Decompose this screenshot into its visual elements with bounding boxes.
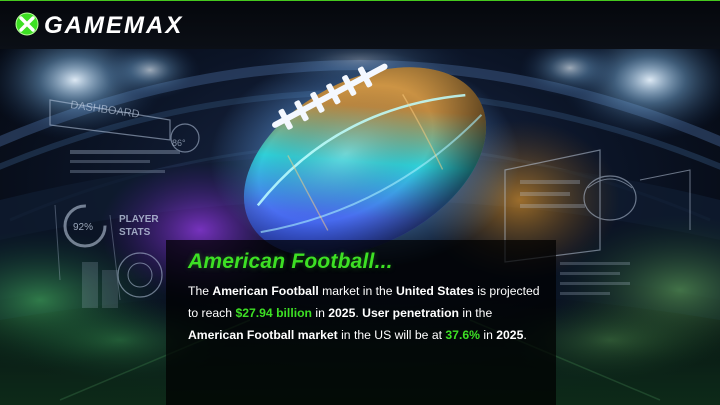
market-value-highlight: $27.94 billion	[235, 305, 312, 320]
body-bold-american-football: American Football	[212, 284, 319, 298]
body-bold-year: 2025	[496, 327, 524, 342]
penetration-rate-highlight: 37.6%	[445, 327, 480, 342]
body-text-segment: in	[311, 305, 329, 320]
gamemax-logo[interactable]: GAMEMAX	[12, 9, 272, 39]
body-text-segment: market in the	[318, 284, 396, 298]
logo-wordmark: GAMEMAX	[44, 12, 183, 39]
hud-player-stats-line1: PLAYER	[119, 214, 159, 225]
article-body: The American Football market in the Unit…	[188, 281, 540, 346]
body-text-segment: in	[479, 327, 497, 342]
body-bold-year: 2025	[328, 305, 356, 320]
body-text-segment: in the	[459, 305, 493, 320]
article-headline: American Football...	[188, 250, 393, 273]
body-bold-football-market: American Football market	[188, 327, 338, 342]
body-bold-united-states: United States	[395, 284, 474, 298]
hud-ring-percent: 92%	[73, 222, 93, 233]
header-bar: GAMEMAX	[0, 0, 720, 49]
body-bold-user-penetration: User penetration	[362, 305, 460, 320]
body-text-segment: .	[523, 327, 527, 342]
body-text-segment: in the US will be at	[337, 327, 446, 342]
hud-player-stats-line2: STATS	[119, 227, 151, 238]
body-text-segment: The	[188, 284, 213, 298]
hud-degree-label: 86°	[172, 138, 186, 148]
x-ball-icon	[15, 12, 39, 36]
